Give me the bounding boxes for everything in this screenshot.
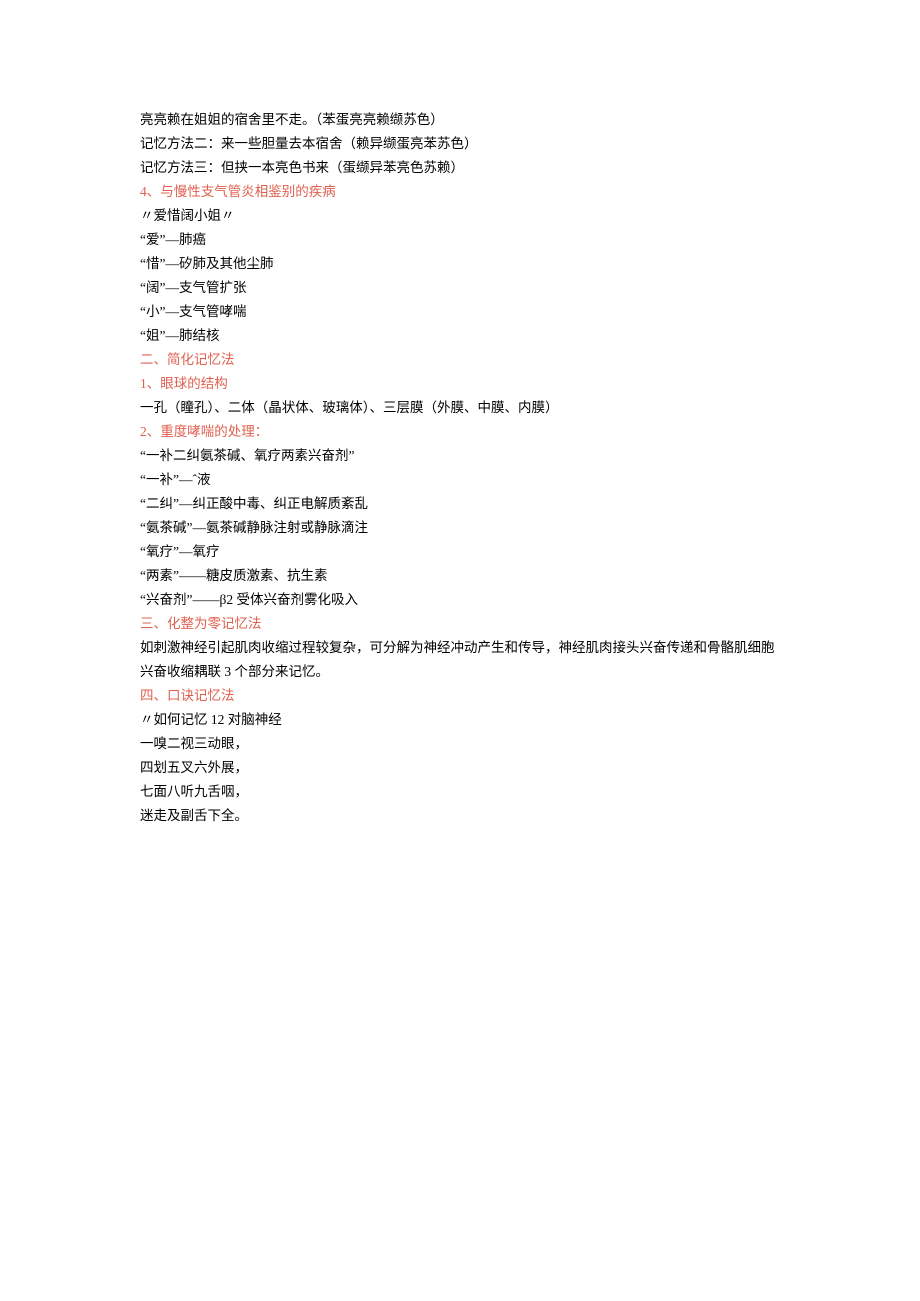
text-line: 一嗅二视三动眼， [140, 732, 780, 756]
text-line: 1、眼球的结构 [140, 372, 780, 396]
text-line: “一补”—ˆ液 [140, 468, 780, 492]
text-line: 迷走及副舌下全。 [140, 804, 780, 828]
text-line: 〃如何记忆 12 对脑神经 [140, 708, 780, 732]
text-line: “兴奋剂”——β2 受体兴奋剂雾化吸入 [140, 588, 780, 612]
text-line: 亮亮赖在姐姐的宿舍里不走。（苯蛋亮亮赖缬苏色） [140, 108, 780, 132]
text-line: 三、化整为零记忆法 [140, 612, 780, 636]
text-line: 记忆方法三：但挟一本亮色书来（蛋缬异苯亮色苏赖） [140, 156, 780, 180]
text-line: 四、口诀记忆法 [140, 684, 780, 708]
text-line: 二、简化记忆法 [140, 348, 780, 372]
text-line: 一孔（瞳孔）、二体（晶状体、玻璃体）、三层膜（外膜、中膜、内膜） [140, 396, 780, 420]
text-line: 4、与慢性支气管炎相鉴别的疾病 [140, 180, 780, 204]
text-line: “一补二纠氨茶碱、氧疗两素兴奋剂” [140, 444, 780, 468]
text-line: “惜”—矽肺及其他尘肺 [140, 252, 780, 276]
document-content: 亮亮赖在姐姐的宿舍里不走。（苯蛋亮亮赖缬苏色）记忆方法二：来一些胆量去本宿舍（赖… [140, 108, 780, 828]
text-line: “氧疗”—氧疗 [140, 540, 780, 564]
text-line: “两素”——糖皮质激素、抗生素 [140, 564, 780, 588]
text-line: “小”—支气管哮喘 [140, 300, 780, 324]
text-line: “姐”—肺结核 [140, 324, 780, 348]
text-line: 〃爱惜阔小姐〃 [140, 204, 780, 228]
text-line: 如刺激神经引起肌肉收缩过程较复杂，可分解为神经冲动产生和传导，神经肌肉接头兴奋传… [140, 636, 780, 684]
text-line: 2、重度哮喘的处理： [140, 420, 780, 444]
document-page: 亮亮赖在姐姐的宿舍里不走。（苯蛋亮亮赖缬苏色）记忆方法二：来一些胆量去本宿舍（赖… [0, 0, 920, 1301]
text-line: “氨茶碱”—氨茶碱静脉注射或静脉滴注 [140, 516, 780, 540]
text-line: 四划五叉六外展， [140, 756, 780, 780]
text-line: 七面八听九舌咽， [140, 780, 780, 804]
text-line: “爱”—肺癌 [140, 228, 780, 252]
text-line: “二纠”—纠正酸中毒、纠正电解质紊乱 [140, 492, 780, 516]
text-line: 记忆方法二：来一些胆量去本宿舍（赖异缬蛋亮苯苏色） [140, 132, 780, 156]
text-line: “阔”—支气管扩张 [140, 276, 780, 300]
